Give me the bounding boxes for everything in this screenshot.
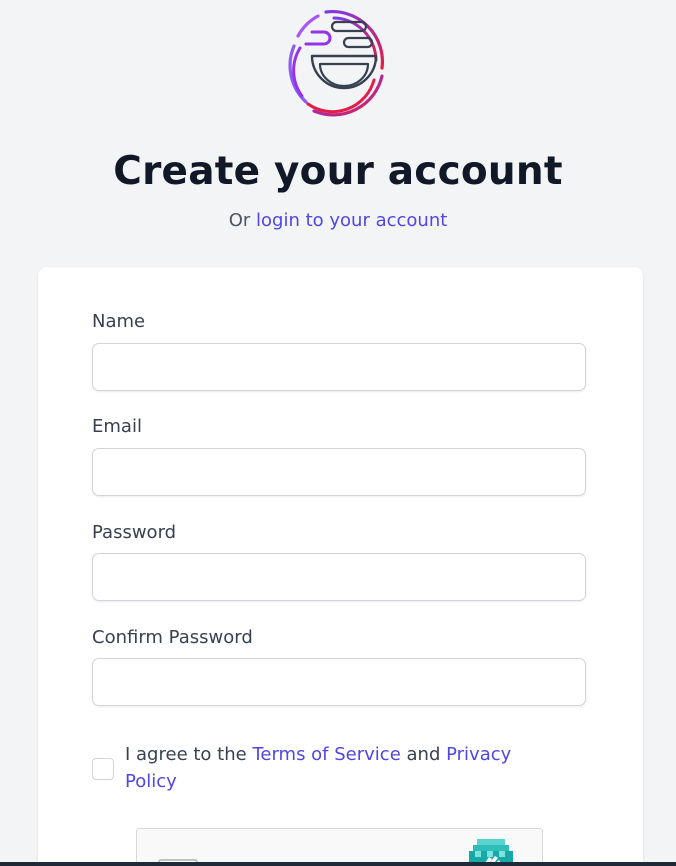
signup-page: Create your account Or login to your acc… bbox=[0, 0, 676, 866]
password-input[interactable] bbox=[92, 553, 586, 601]
smiling-bowl-logo-icon bbox=[288, 9, 385, 117]
login-prompt: Or login to your account bbox=[0, 208, 676, 234]
login-link[interactable]: login to your account bbox=[256, 210, 447, 231]
page-title: Create your account bbox=[113, 149, 563, 194]
agree-checkbox[interactable] bbox=[92, 758, 114, 780]
bottom-divider bbox=[0, 862, 676, 866]
password-label: Password bbox=[92, 522, 177, 543]
confirm-password-input[interactable] bbox=[92, 658, 586, 706]
name-input[interactable] bbox=[92, 343, 586, 391]
email-input[interactable] bbox=[92, 448, 586, 496]
agree-text: I agree to the Terms of Service and Priv… bbox=[125, 741, 545, 795]
terms-of-service-link[interactable]: Terms of Service bbox=[252, 744, 400, 765]
email-label: Email bbox=[92, 416, 142, 437]
agree-prefix: I agree to the bbox=[125, 744, 247, 765]
confirm-password-label: Confirm Password bbox=[92, 627, 253, 648]
agree-and: and bbox=[406, 744, 441, 765]
name-label: Name bbox=[92, 311, 146, 332]
subtitle-prefix: Or bbox=[228, 210, 251, 231]
captcha-widget bbox=[136, 828, 543, 866]
